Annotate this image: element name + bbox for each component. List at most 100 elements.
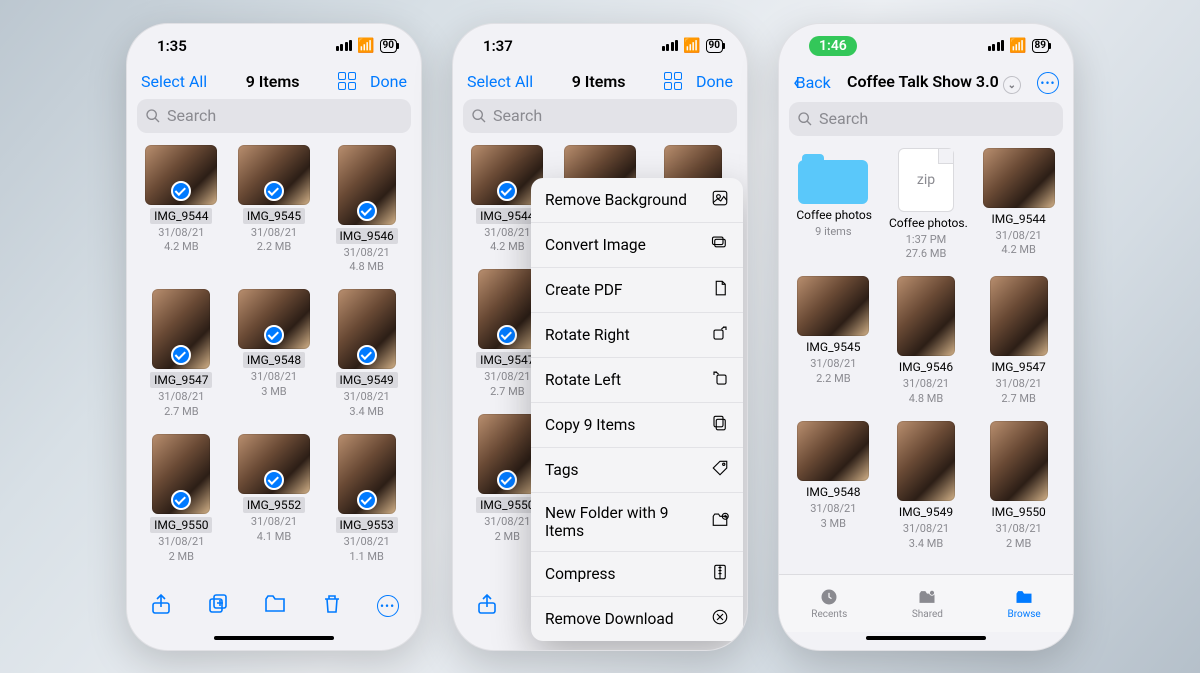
menu-label: Remove Background [545,191,687,209]
toolbar: ••• [127,580,421,632]
thumbnail [145,145,217,205]
remove-icon [711,608,729,630]
file-meta: 31/08/211.1 MB [344,535,390,565]
menu-label: New Folder with 9 Items [545,504,711,540]
file-item[interactable]: IMG_9547 31/08/212.7 MB [974,276,1063,407]
file-item[interactable]: IMG_9546 31/08/214.8 MB [322,145,411,276]
search-input[interactable]: Search [137,99,411,133]
file-name: IMG_9545 [243,208,305,224]
tab-recents[interactable]: Recents [811,587,847,620]
file-name: IMG_9544 [476,208,538,224]
thumbnail [338,289,396,369]
phone-browse: 1:46 📶 89 ‹ Back Coffee Talk Show 3.0⌄ •… [778,23,1074,651]
menu-item[interactable]: Remove Download [531,597,743,641]
menu-item[interactable]: Rotate Right [531,313,743,358]
file-grid[interactable]: Coffee photos 9 itemszip Coffee photos.z… [779,144,1073,574]
file-name: IMG_9547 [476,352,538,368]
thumbnail [338,145,396,225]
file-name: IMG_9548 [243,352,305,368]
search-icon [145,108,161,124]
done-button[interactable]: Done [696,72,733,91]
file-item[interactable]: IMG_9553 31/08/211.1 MB [322,434,411,565]
chevron-down-icon[interactable]: ⌄ [1003,76,1021,94]
file-item[interactable]: IMG_9546 31/08/214.8 MB [882,276,971,407]
file-name: IMG_9548 [802,484,864,500]
select-all-button[interactable]: Select All [141,72,207,91]
select-all-button[interactable]: Select All [467,72,533,91]
file-item[interactable]: IMG_9545 31/08/212.2 MB [789,276,878,407]
file-name: Coffee photos.zip [885,215,967,231]
battery-icon: 90 [706,39,723,53]
search-input[interactable]: Search [463,99,737,133]
search-input[interactable]: Search [789,102,1063,136]
tab-browse[interactable]: Browse [1008,587,1041,620]
phone-context-menu: 1:37 📶 90 Select All 9 Items Done Search… [452,23,748,651]
tab-shared[interactable]: Shared [912,587,943,620]
share-icon[interactable] [149,592,173,620]
thumbnail [797,421,869,481]
file-name: IMG_9546 [336,228,398,244]
file-item[interactable]: IMG_9552 31/08/214.1 MB [230,434,319,565]
view-mode-icon[interactable] [338,72,356,90]
view-mode-icon[interactable] [664,72,682,90]
menu-item[interactable]: New Folder with 9 Items [531,493,743,552]
thumbnail [478,414,536,494]
file-meta: 31/08/212.2 MB [810,357,856,387]
share-icon[interactable] [475,592,499,620]
menu-label: Copy 9 Items [545,416,635,434]
file-item[interactable]: IMG_9544 31/08/214.2 MB [974,148,1063,263]
menu-item[interactable]: Remove Background [531,178,743,223]
file-grid[interactable]: IMG_9544 31/08/214.2 MB IMG_9545 31/08/2… [127,141,421,580]
page-title: Coffee Talk Show 3.0⌄ [847,72,1021,94]
clock-icon [817,587,841,607]
file-item[interactable]: IMG_9545 31/08/212.2 MB [230,145,319,276]
tab-bar: Recents Shared Browse [779,574,1073,632]
file-name: IMG_9544 [150,208,212,224]
trash-icon[interactable] [320,592,344,620]
move-folder-icon[interactable] [263,592,287,620]
file-item[interactable]: IMG_9549 31/08/213.4 MB [322,289,411,420]
zip-icon: zip [898,148,954,212]
file-item[interactable]: zip Coffee photos.zip 1:37 PM27.6 MB [882,148,971,263]
file-item[interactable]: Coffee photos 9 items [789,148,878,263]
menu-label: Rotate Left [545,371,621,389]
back-button[interactable]: ‹ Back [793,72,831,94]
search-icon [471,108,487,124]
duplicate-icon[interactable] [206,592,230,620]
context-menu: Remove Background Convert ImageCreate PDF… [531,178,743,641]
file-item[interactable]: IMG_9548 31/08/213 MB [230,289,319,420]
file-meta: 31/08/212.7 MB [996,377,1042,407]
file-item[interactable]: IMG_9547 31/08/212.7 MB [137,289,226,420]
file-meta: 31/08/212 MB [484,515,530,545]
file-name: IMG_9547 [988,359,1050,375]
thumbnail [152,434,210,514]
menu-item[interactable]: Convert Image [531,223,743,268]
file-name: IMG_9547 [150,372,212,388]
selected-check-icon [357,201,377,221]
file-item[interactable]: IMG_9550 31/08/212 MB [137,434,226,565]
battery-icon: 90 [380,39,397,53]
file-name: IMG_9544 [988,211,1050,227]
file-item[interactable]: IMG_9550 31/08/212 MB [974,421,1063,552]
page-title: 9 Items [572,72,626,91]
file-item[interactable]: IMG_9544 31/08/214.2 MB [137,145,226,276]
wifi-icon: 📶 [1009,39,1026,53]
status-bar: 1:35 📶 90 [127,24,421,68]
menu-item[interactable]: Rotate Left [531,358,743,403]
file-item[interactable]: IMG_9549 31/08/213.4 MB [882,421,971,552]
file-meta: 31/08/213 MB [810,502,856,532]
nav-bar: ‹ Back Coffee Talk Show 3.0⌄ ••• [779,68,1073,100]
file-item[interactable]: IMG_9548 31/08/213 MB [789,421,878,552]
thumbnail [990,276,1048,356]
more-icon[interactable]: ••• [377,595,399,617]
menu-item[interactable]: Create PDF [531,268,743,313]
menu-item[interactable]: Copy 9 Items [531,403,743,448]
done-button[interactable]: Done [370,72,407,91]
file-meta: 9 items [815,225,851,240]
clock: 1:35 [157,37,187,55]
menu-item[interactable]: Compress [531,552,743,597]
file-meta: 31/08/212 MB [996,522,1042,552]
more-icon[interactable]: ••• [1037,72,1059,94]
file-name: IMG_9549 [895,504,957,520]
menu-item[interactable]: Tags [531,448,743,493]
